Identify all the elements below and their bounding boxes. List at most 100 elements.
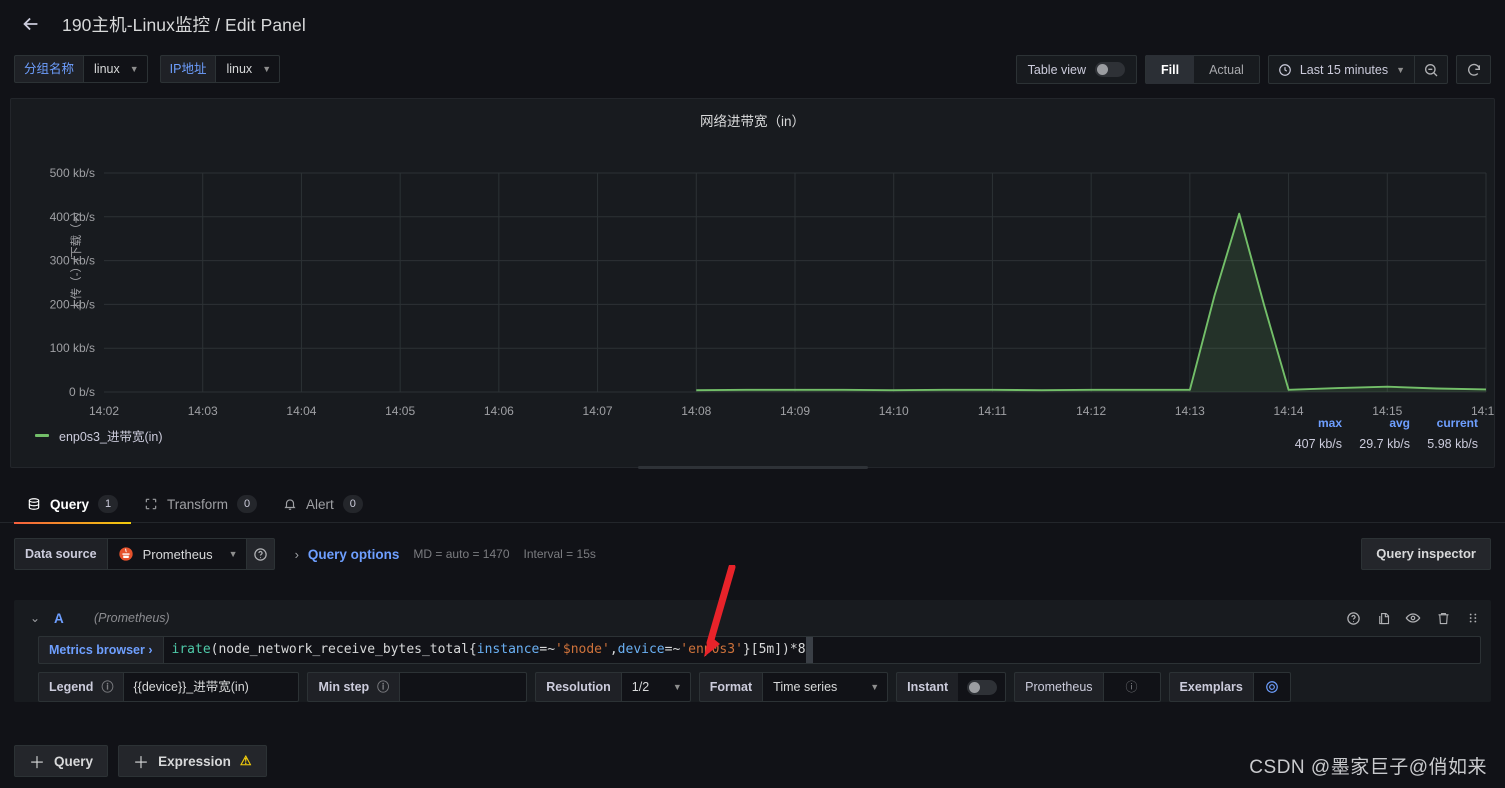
exemplars-datasource-info[interactable]: ⓘ xyxy=(1102,672,1161,702)
query-help-button[interactable] xyxy=(1343,608,1363,628)
variable-picker-group[interactable]: linux ▼ xyxy=(83,55,148,83)
chevron-right-icon: › xyxy=(294,546,299,562)
exemplars-field: Exemplars xyxy=(1168,672,1291,702)
query-options-max-data-points: MD = auto = 1470 xyxy=(413,547,510,561)
edit-panel-page: 190主机-Linux监控 / Edit Panel 分组名称 linux ▼ … xyxy=(0,0,1505,788)
table-view-label: Table view xyxy=(1027,62,1087,77)
back-button[interactable] xyxy=(14,7,48,41)
tab-query-label: Query xyxy=(50,496,90,512)
time-range-picker[interactable]: Last 15 minutes ▼ xyxy=(1269,55,1414,84)
panel-title[interactable]: 网络进带宽（in） xyxy=(11,99,1494,130)
legend-stat-avg-header[interactable]: avg xyxy=(1342,416,1410,430)
chevron-down-icon: ▼ xyxy=(228,549,238,559)
variable-label-group: 分组名称 xyxy=(14,55,84,83)
drag-query-handle[interactable] xyxy=(1463,608,1483,628)
variable-picker-ip[interactable]: linux ▼ xyxy=(215,55,281,83)
copy-icon xyxy=(1378,612,1389,624)
expr-token: (node_network_receive_bytes_total{ xyxy=(210,642,477,657)
fill-button[interactable]: Fill xyxy=(1146,55,1195,84)
add-expression-button[interactable]: ＋ Expression ⚠ xyxy=(118,745,267,777)
help-circle-icon xyxy=(1346,611,1360,625)
expr-token: instance xyxy=(476,642,540,657)
expr-token: }[5m])*8 xyxy=(742,642,806,657)
remove-query-button[interactable] xyxy=(1433,608,1453,628)
actual-button[interactable]: Actual xyxy=(1194,55,1259,84)
metrics-browser-button[interactable]: Metrics browser › xyxy=(38,636,163,664)
query-expression-input[interactable]: irate(node_network_receive_bytes_total{i… xyxy=(162,636,1481,664)
legend-label-text: Legend xyxy=(49,680,94,694)
chevron-down-icon: ▼ xyxy=(672,682,682,692)
zoom-out-button[interactable] xyxy=(1414,55,1447,84)
prometheus-icon xyxy=(118,547,133,561)
refresh-button[interactable] xyxy=(1457,55,1490,84)
datasource-help-button[interactable] xyxy=(246,538,275,570)
legend-input[interactable]: {{device}}_进带宽(in) xyxy=(123,672,300,702)
plot-area[interactable]: 上传（-）/下载（+） 0 b/s 100 kb/s 200 kb/s 300 kb/… xyxy=(11,130,1502,430)
legend-stat-max-header[interactable]: max xyxy=(1274,416,1342,430)
resolution-label-text: Resolution xyxy=(546,680,611,694)
query-ref-id[interactable]: A xyxy=(54,611,94,626)
query-editor-row: ⌄ A (Prometheus) Metrics browser › irate… xyxy=(14,600,1491,702)
tab-alert-count: 0 xyxy=(342,495,363,513)
drag-handle-icon xyxy=(1469,613,1477,623)
toggle-switch-icon xyxy=(1095,62,1126,77)
query-options-toggle[interactable]: › Query options xyxy=(295,547,400,562)
breadcrumb[interactable]: 190主机-Linux监控 / Edit Panel xyxy=(62,12,306,37)
expr-token: , xyxy=(609,642,618,657)
legend-stat-current-header[interactable]: current xyxy=(1410,416,1478,430)
duplicate-query-button[interactable] xyxy=(1373,608,1393,628)
panel-resize-handle[interactable] xyxy=(11,461,1494,473)
table-view-group: Table view xyxy=(1015,55,1138,84)
chevron-down-icon: ▼ xyxy=(262,64,272,74)
graph-panel: 网络进带宽（in） 上传（-）/下载（+） 0 b/s 100 kb/s 200 k… xyxy=(10,98,1502,469)
instant-field-label: Instant xyxy=(896,672,959,702)
target-icon xyxy=(1265,681,1278,693)
chevron-down-icon: ▼ xyxy=(870,682,880,692)
table-view-toggle[interactable]: Table view xyxy=(1017,62,1136,77)
variable-value-ip: linux xyxy=(226,62,253,76)
zoom-out-icon xyxy=(1425,63,1438,76)
info-icon[interactable]: ⓘ xyxy=(377,673,389,701)
add-expression-label: Expression xyxy=(158,753,231,769)
fill-actual-segment: Fill Actual xyxy=(1146,55,1259,84)
resolution-value: 1/2 xyxy=(631,680,650,694)
add-query-button[interactable]: ＋ Query xyxy=(14,745,109,777)
legend-field-label: Legend ⓘ xyxy=(38,672,124,702)
chevron-down-icon: ▼ xyxy=(1396,64,1405,75)
tab-query-count: 1 xyxy=(98,495,119,513)
legend-stat-avg-value: 29.7 kb/s xyxy=(1359,437,1410,451)
tab-transform[interactable]: Transform 0 xyxy=(131,485,270,523)
variable-value-group: linux xyxy=(94,62,120,76)
datasource-label: Data source xyxy=(14,538,107,570)
panel-toolbar: Table view Fill Actual Last 15 minutes ▼ xyxy=(1015,55,1491,84)
toggle-query-visibility-button[interactable] xyxy=(1403,608,1423,628)
arrow-left-icon xyxy=(23,17,38,31)
instant-toggle[interactable] xyxy=(958,672,1007,702)
database-icon xyxy=(28,498,40,510)
tab-query[interactable]: Query 1 xyxy=(14,485,132,524)
legend-stats: max 407 kb/s avg 29.7 kb/s current 5.98 … xyxy=(1274,416,1478,451)
min-step-input[interactable] xyxy=(399,672,528,702)
min-step-field: Min step ⓘ xyxy=(307,672,528,702)
datasource-picker[interactable]: Prometheus ▼ xyxy=(106,538,247,570)
plus-icon: ＋ xyxy=(133,755,150,772)
datasource-name: Prometheus xyxy=(142,546,213,562)
resolution-select[interactable]: 1/2 ▼ xyxy=(620,672,691,702)
time-series-chart[interactable]: 0 b/s100 kb/s200 kb/s300 kb/s400 kb/s500… xyxy=(11,130,1502,430)
exemplars-datasource-label: Prometheus xyxy=(1014,672,1103,702)
tab-transform-label: Transform xyxy=(167,496,229,512)
chevron-down-icon[interactable]: ⌄ xyxy=(24,611,46,625)
exemplars-label: Exemplars xyxy=(1168,672,1253,702)
toggle-switch-icon xyxy=(966,679,997,695)
info-icon[interactable]: ⓘ xyxy=(101,673,113,701)
exemplars-toggle-button[interactable] xyxy=(1252,672,1291,702)
format-select[interactable]: Time series ▼ xyxy=(762,672,889,702)
legend-stat-current-value: 5.98 kb/s xyxy=(1427,437,1478,451)
legend-series-item[interactable]: enp0s3_进带宽(in) xyxy=(35,426,163,445)
query-inspector-button[interactable]: Query inspector xyxy=(1361,538,1491,570)
format-field: Format Time series ▼ xyxy=(698,672,889,702)
add-row: ＋ Query ＋ Expression ⚠ xyxy=(14,745,267,777)
query-row-header: ⌄ A (Prometheus) xyxy=(14,600,1491,636)
tab-alert[interactable]: Alert 0 xyxy=(270,485,376,523)
format-value: Time series xyxy=(773,680,838,694)
